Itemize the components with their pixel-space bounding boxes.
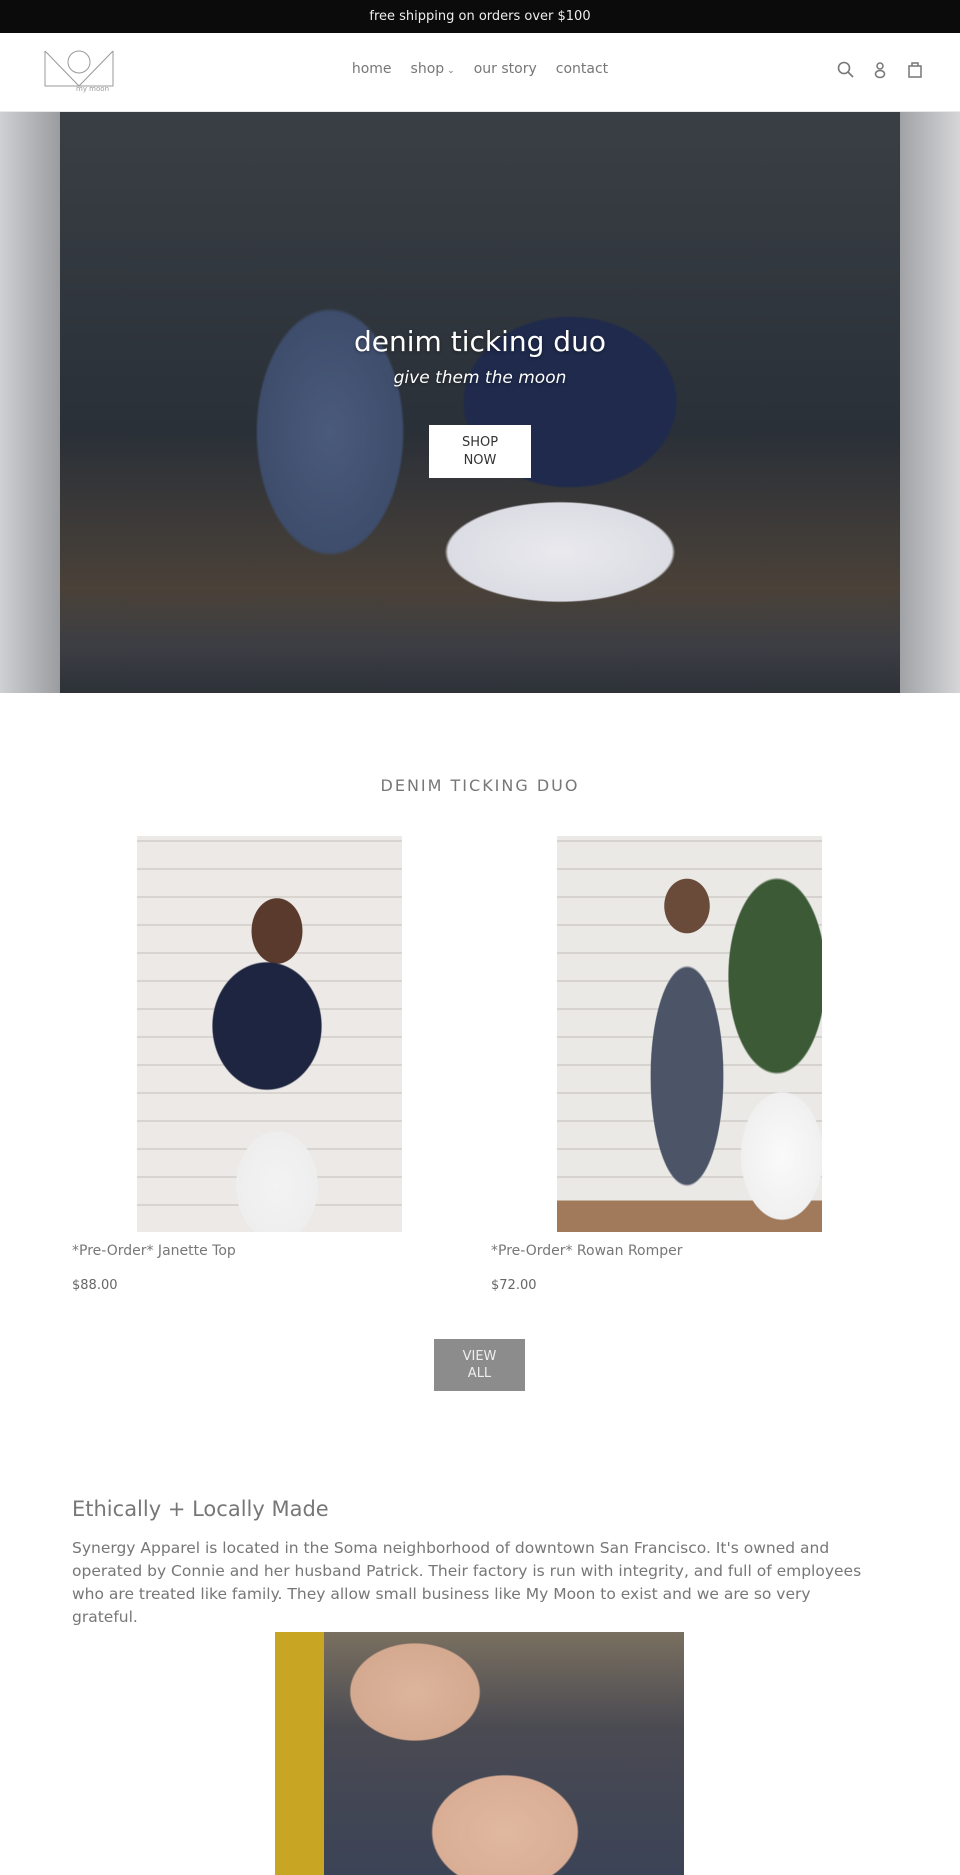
logo-text: my moon (76, 85, 110, 93)
announcement-text: free shipping on orders over $100 (369, 9, 591, 24)
product-price: $72.00 (491, 1278, 537, 1293)
account-icon[interactable] (870, 60, 890, 80)
shop-now-button[interactable]: SHOP NOW (429, 425, 531, 478)
product-image-janette-top[interactable] (137, 836, 402, 1232)
sewing-image (275, 1632, 684, 1875)
nav-shop-label: shop (410, 61, 445, 77)
collection-title: DENIM TICKING DUO (380, 776, 580, 795)
announcement-bar: free shipping on orders over $100 (0, 0, 960, 33)
search-icon[interactable] (836, 60, 856, 80)
about-title: Ethically + Locally Made (72, 1497, 329, 1521)
nav-shop[interactable]: shop ⌄ (411, 61, 455, 77)
site-header: my moon home shop ⌄ our story contact (0, 33, 960, 112)
nav-contact[interactable]: contact (556, 61, 608, 77)
hero-banner: denim ticking duo give them the moon SHO… (0, 112, 960, 693)
main-nav: home shop ⌄ our story contact (0, 61, 960, 77)
hero-title: denim ticking duo (354, 325, 606, 358)
product-title[interactable]: *Pre-Order* Janette Top (72, 1243, 236, 1259)
product-image-rowan-romper[interactable] (557, 836, 822, 1232)
product-title[interactable]: *Pre-Order* Rowan Romper (491, 1243, 683, 1259)
product-price: $88.00 (72, 1278, 118, 1293)
nav-our-story[interactable]: our story (474, 61, 537, 77)
chevron-down-icon: ⌄ (447, 66, 455, 76)
view-all-button[interactable]: VIEW ALL (434, 1339, 525, 1391)
cart-icon[interactable] (905, 60, 925, 80)
nav-home[interactable]: home (352, 61, 392, 77)
about-text: Synergy Apparel is located in the Soma n… (72, 1539, 862, 1626)
hero-subtitle: give them the moon (393, 368, 567, 388)
